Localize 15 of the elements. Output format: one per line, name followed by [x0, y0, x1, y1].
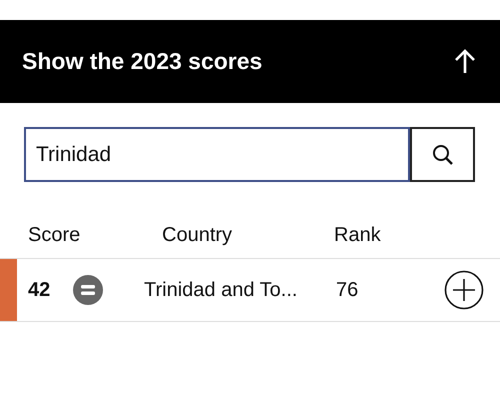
column-header: Rank — [334, 224, 382, 248]
up-arrow-icon — [454, 48, 476, 74]
country-cell-text: Trinidad and To... — [144, 278, 298, 302]
search-field[interactable]: Trinidad — [24, 127, 410, 182]
plus-icon — [444, 270, 484, 310]
up-arrow-button[interactable] — [454, 48, 476, 74]
equals-icon — [73, 275, 103, 305]
rank-cell: 76 — [336, 278, 358, 302]
column-header: Score — [28, 224, 82, 248]
score-cell-text: 42 — [28, 278, 52, 302]
header-title: Show the 2023 scores — [22, 48, 262, 75]
search-button[interactable] — [410, 127, 475, 182]
plus-button[interactable] — [444, 270, 484, 310]
column-header: Country — [162, 224, 234, 248]
search-icon — [432, 144, 454, 166]
